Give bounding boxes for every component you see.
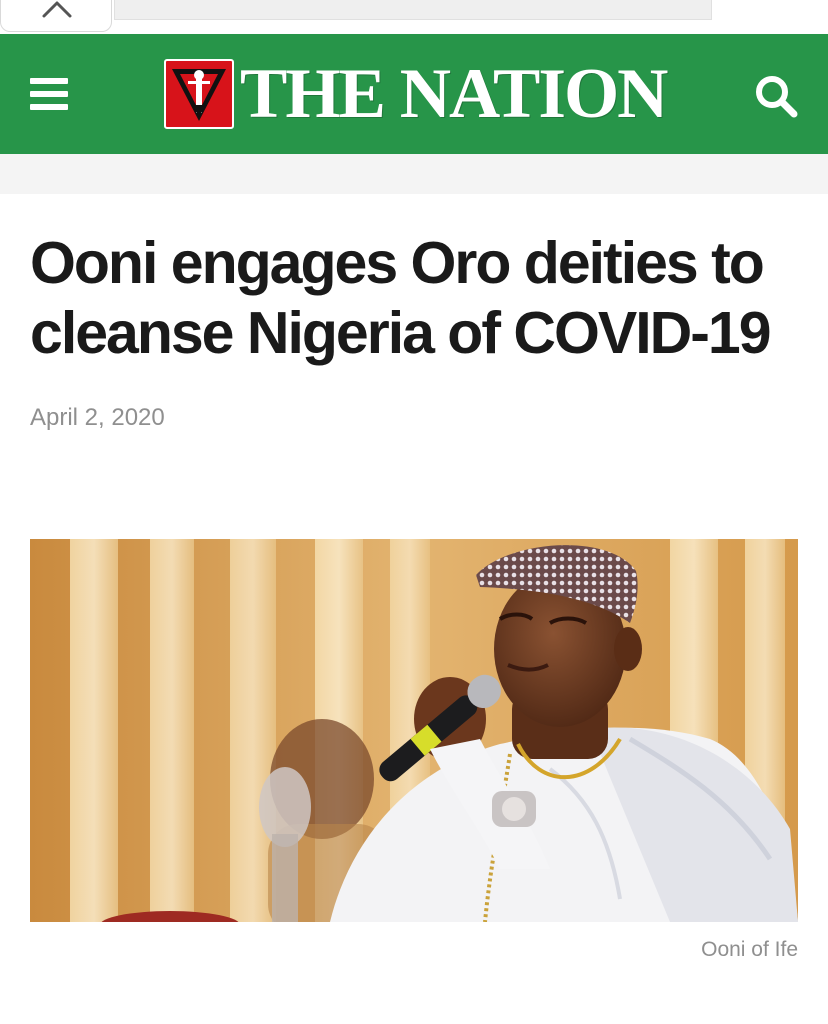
hamburger-menu-icon [30,78,70,112]
site-logo[interactable]: THE NATION [164,55,668,133]
site-name: THE NATION [240,55,668,133]
menu-button[interactable] [30,78,70,112]
article: Ooni engages Oro deities to cleanse Nige… [30,194,798,961]
article-hero-image[interactable] [30,539,798,922]
site-header: THE NATION [0,34,828,154]
search-button[interactable] [752,72,800,122]
article-date: April 2, 2020 [30,404,165,431]
collapse-toolbar-button[interactable] [0,0,112,32]
header-spacer [0,154,828,194]
image-caption: Ooni of Ife [701,938,798,961]
page: THE NATION Ooni engages Oro deities to c… [0,0,828,1024]
chevron-up-icon [42,1,72,18]
article-headline: Ooni engages Oro deities to cleanse Nige… [30,230,772,366]
search-icon [756,76,798,118]
browser-top-strip [0,0,828,34]
address-bar[interactable] [114,0,712,20]
hero-photo [30,539,798,922]
logo-emblem-icon [164,59,234,129]
